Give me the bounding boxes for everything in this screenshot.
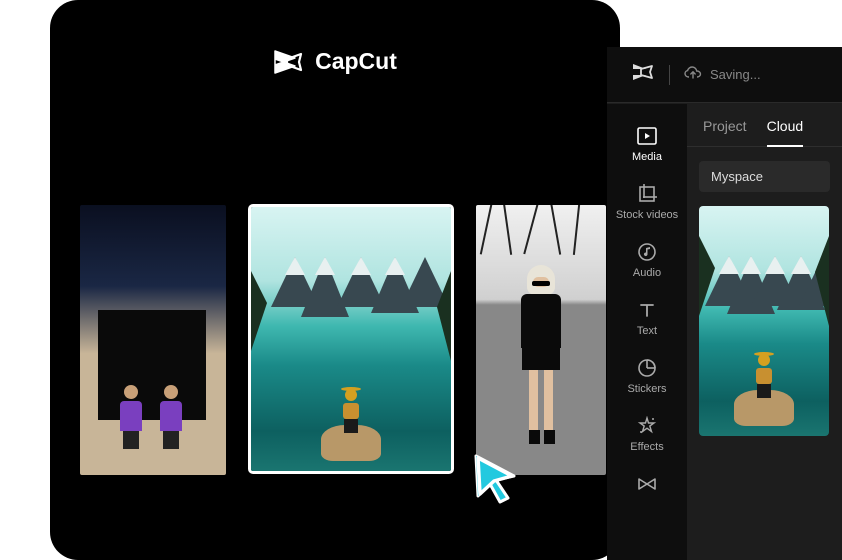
space-dropdown[interactable]: Myspace — [699, 161, 830, 192]
crop-icon — [636, 183, 658, 205]
sidebar-label: Media — [632, 151, 662, 163]
sidebar-item-stock-videos[interactable]: Stock videos — [607, 178, 687, 226]
gallery — [80, 205, 606, 475]
media-icon — [636, 125, 658, 147]
editor-sidebar: Media Stock videos Audio Text Stickers — [607, 104, 687, 560]
sidebar-item-audio[interactable]: Audio — [607, 236, 687, 284]
sidebar-item-stickers[interactable]: Stickers — [607, 352, 687, 400]
cloud-media-thumb[interactable] — [699, 206, 829, 436]
cloud-upload-icon — [684, 66, 702, 83]
sidebar-item-more[interactable] — [607, 468, 687, 500]
text-icon — [636, 299, 658, 321]
content-tabs: Project Cloud — [687, 104, 842, 147]
tab-cloud[interactable]: Cloud — [767, 118, 804, 146]
effects-icon — [636, 415, 658, 437]
divider — [669, 65, 670, 85]
tab-project[interactable]: Project — [703, 118, 747, 146]
main-panel: CapCut — [50, 0, 620, 560]
gallery-thumb-3[interactable] — [476, 205, 606, 475]
sidebar-label: Effects — [630, 441, 663, 453]
dropdown-selected-label: Myspace — [711, 169, 763, 184]
sidebar-label: Audio — [633, 267, 661, 279]
capcut-logo-icon — [273, 49, 305, 75]
sidebar-label: Stock videos — [616, 209, 678, 221]
editor-panel: Saving... Media Stock videos Audio Te — [607, 48, 842, 560]
editor-topbar: Saving... — [607, 47, 842, 103]
stickers-icon — [636, 357, 658, 379]
brand-logo: CapCut — [50, 0, 620, 75]
editor-content: Project Cloud Myspace — [687, 104, 842, 560]
sidebar-label: Text — [637, 325, 657, 337]
cursor-icon — [470, 450, 524, 511]
audio-icon — [636, 241, 658, 263]
transition-icon — [636, 473, 658, 495]
sidebar-item-media[interactable]: Media — [607, 120, 687, 168]
gallery-thumb-1[interactable] — [80, 205, 226, 475]
sidebar-item-effects[interactable]: Effects — [607, 410, 687, 458]
capcut-logo-icon[interactable] — [631, 62, 655, 87]
gallery-thumb-2[interactable] — [251, 207, 451, 471]
brand-name: CapCut — [315, 48, 397, 75]
sidebar-item-text[interactable]: Text — [607, 294, 687, 342]
sidebar-label: Stickers — [627, 383, 666, 395]
save-status-label: Saving... — [710, 67, 761, 82]
save-status: Saving... — [684, 66, 761, 83]
